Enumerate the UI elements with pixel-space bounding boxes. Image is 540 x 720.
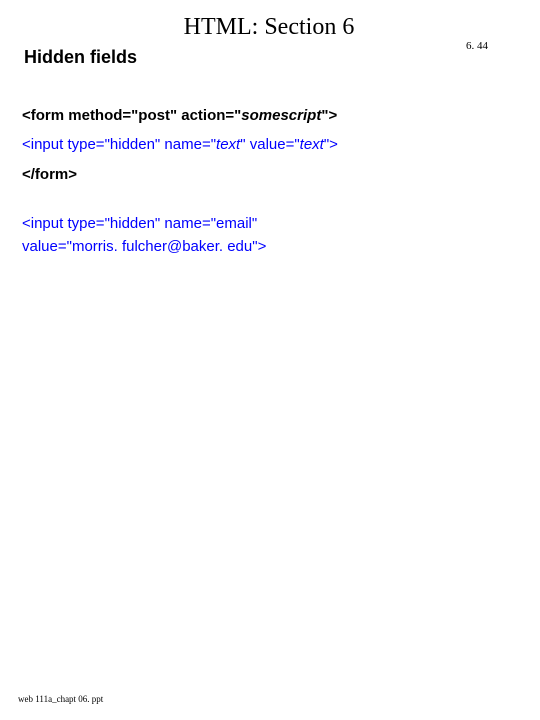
code-text: "> (321, 107, 337, 124)
slide: HTML: Section 6 Hidden fields 6. 44 <for… (0, 0, 540, 720)
code-line: value="morris. fulcher@baker. edu"> (22, 235, 516, 258)
code-line: <form method="post" action="somescript"> (22, 104, 516, 127)
code-text-italic: text (216, 136, 240, 153)
code-text: "> (324, 136, 338, 153)
code-line: <input type="hidden" name="email" (22, 212, 516, 235)
code-text-italic: somescript (241, 107, 321, 124)
slide-subtitle: Hidden fields (24, 47, 516, 68)
slide-title: HTML: Section 6 (22, 14, 516, 41)
code-text: <form method="post" action=" (22, 107, 241, 124)
page-number: 6. 44 (466, 40, 488, 52)
code-text-italic: text (300, 136, 324, 153)
code-text: " value=" (240, 136, 299, 153)
footer-filename: web 111a_chapt 06. ppt (18, 694, 103, 704)
code-line: <input type="hidden" name="text" value="… (22, 133, 516, 156)
code-text: <input type="hidden" name=" (22, 136, 216, 153)
code-block-2: <input type="hidden" name="email" value=… (22, 212, 516, 259)
code-block-1: <form method="post" action="somescript">… (22, 104, 516, 186)
code-line: </form> (22, 163, 516, 186)
